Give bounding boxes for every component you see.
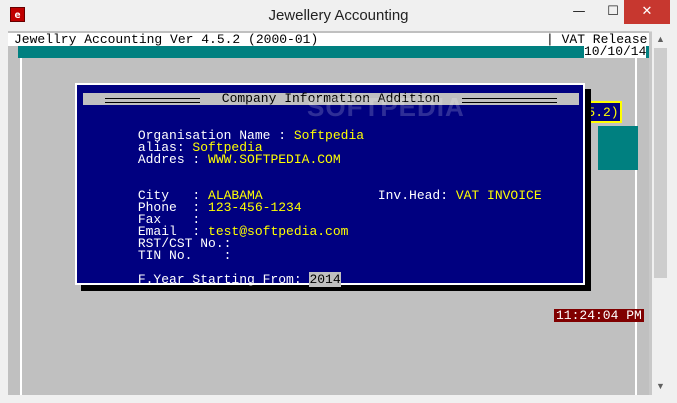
org-name-field[interactable]: Softpedia <box>294 128 364 143</box>
app-version-label: Jewellry Accounting Ver 4.5.2 (2000-01) <box>14 32 319 47</box>
vertical-scrollbar[interactable]: ▲ ▼ <box>652 31 669 395</box>
scrollbar-thumb[interactable] <box>654 48 667 278</box>
fyear-label: F.Year Starting From: <box>137 272 310 287</box>
date-display: 10/10/14 <box>584 44 647 59</box>
fyear-row: F.Year Starting From: 2014 <box>91 262 341 298</box>
background-panel <box>598 126 638 170</box>
invhead-field[interactable]: VAT INVOICE <box>456 188 542 203</box>
softpedia-watermark: SOFTPEDIA <box>307 92 465 122</box>
fyear-field[interactable]: 2014 <box>309 272 341 287</box>
tin-label: TIN No. : <box>137 248 232 263</box>
address-label: Addres : <box>137 152 209 167</box>
scroll-up-arrow-icon[interactable]: ▲ <box>652 31 669 48</box>
scroll-down-arrow-icon[interactable]: ▼ <box>652 378 669 395</box>
window-frame-right <box>669 31 677 403</box>
clock-display: 11:24:04 PM <box>554 308 644 323</box>
screen-border-left <box>20 58 22 395</box>
title-bar: e Jewellery Accounting — ☐ ✕ <box>0 0 677 32</box>
phone-field[interactable]: 123-456-1234 <box>208 200 302 215</box>
window-frame-bottom <box>0 395 677 403</box>
address-field[interactable]: WWW.SOFTPEDIA.COM <box>208 152 341 167</box>
console-area: Jewellry Accounting Ver 4.5.2 (2000-01) … <box>8 31 649 395</box>
close-button[interactable]: ✕ <box>624 0 670 24</box>
address-row: Addres : WWW.SOFTPEDIA.COM <box>91 142 341 178</box>
invhead-label: Inv.Head: <box>377 188 456 203</box>
status-strip <box>18 46 649 58</box>
background-menu-item: 5.2) <box>584 101 622 123</box>
screen-border-right <box>635 58 637 395</box>
invhead-row: Inv.Head: VAT INVOICE <box>331 178 542 214</box>
minimize-button[interactable]: — <box>562 0 596 24</box>
console-header: Jewellry Accounting Ver 4.5.2 (2000-01) … <box>8 33 649 46</box>
window-frame-left <box>0 31 8 403</box>
